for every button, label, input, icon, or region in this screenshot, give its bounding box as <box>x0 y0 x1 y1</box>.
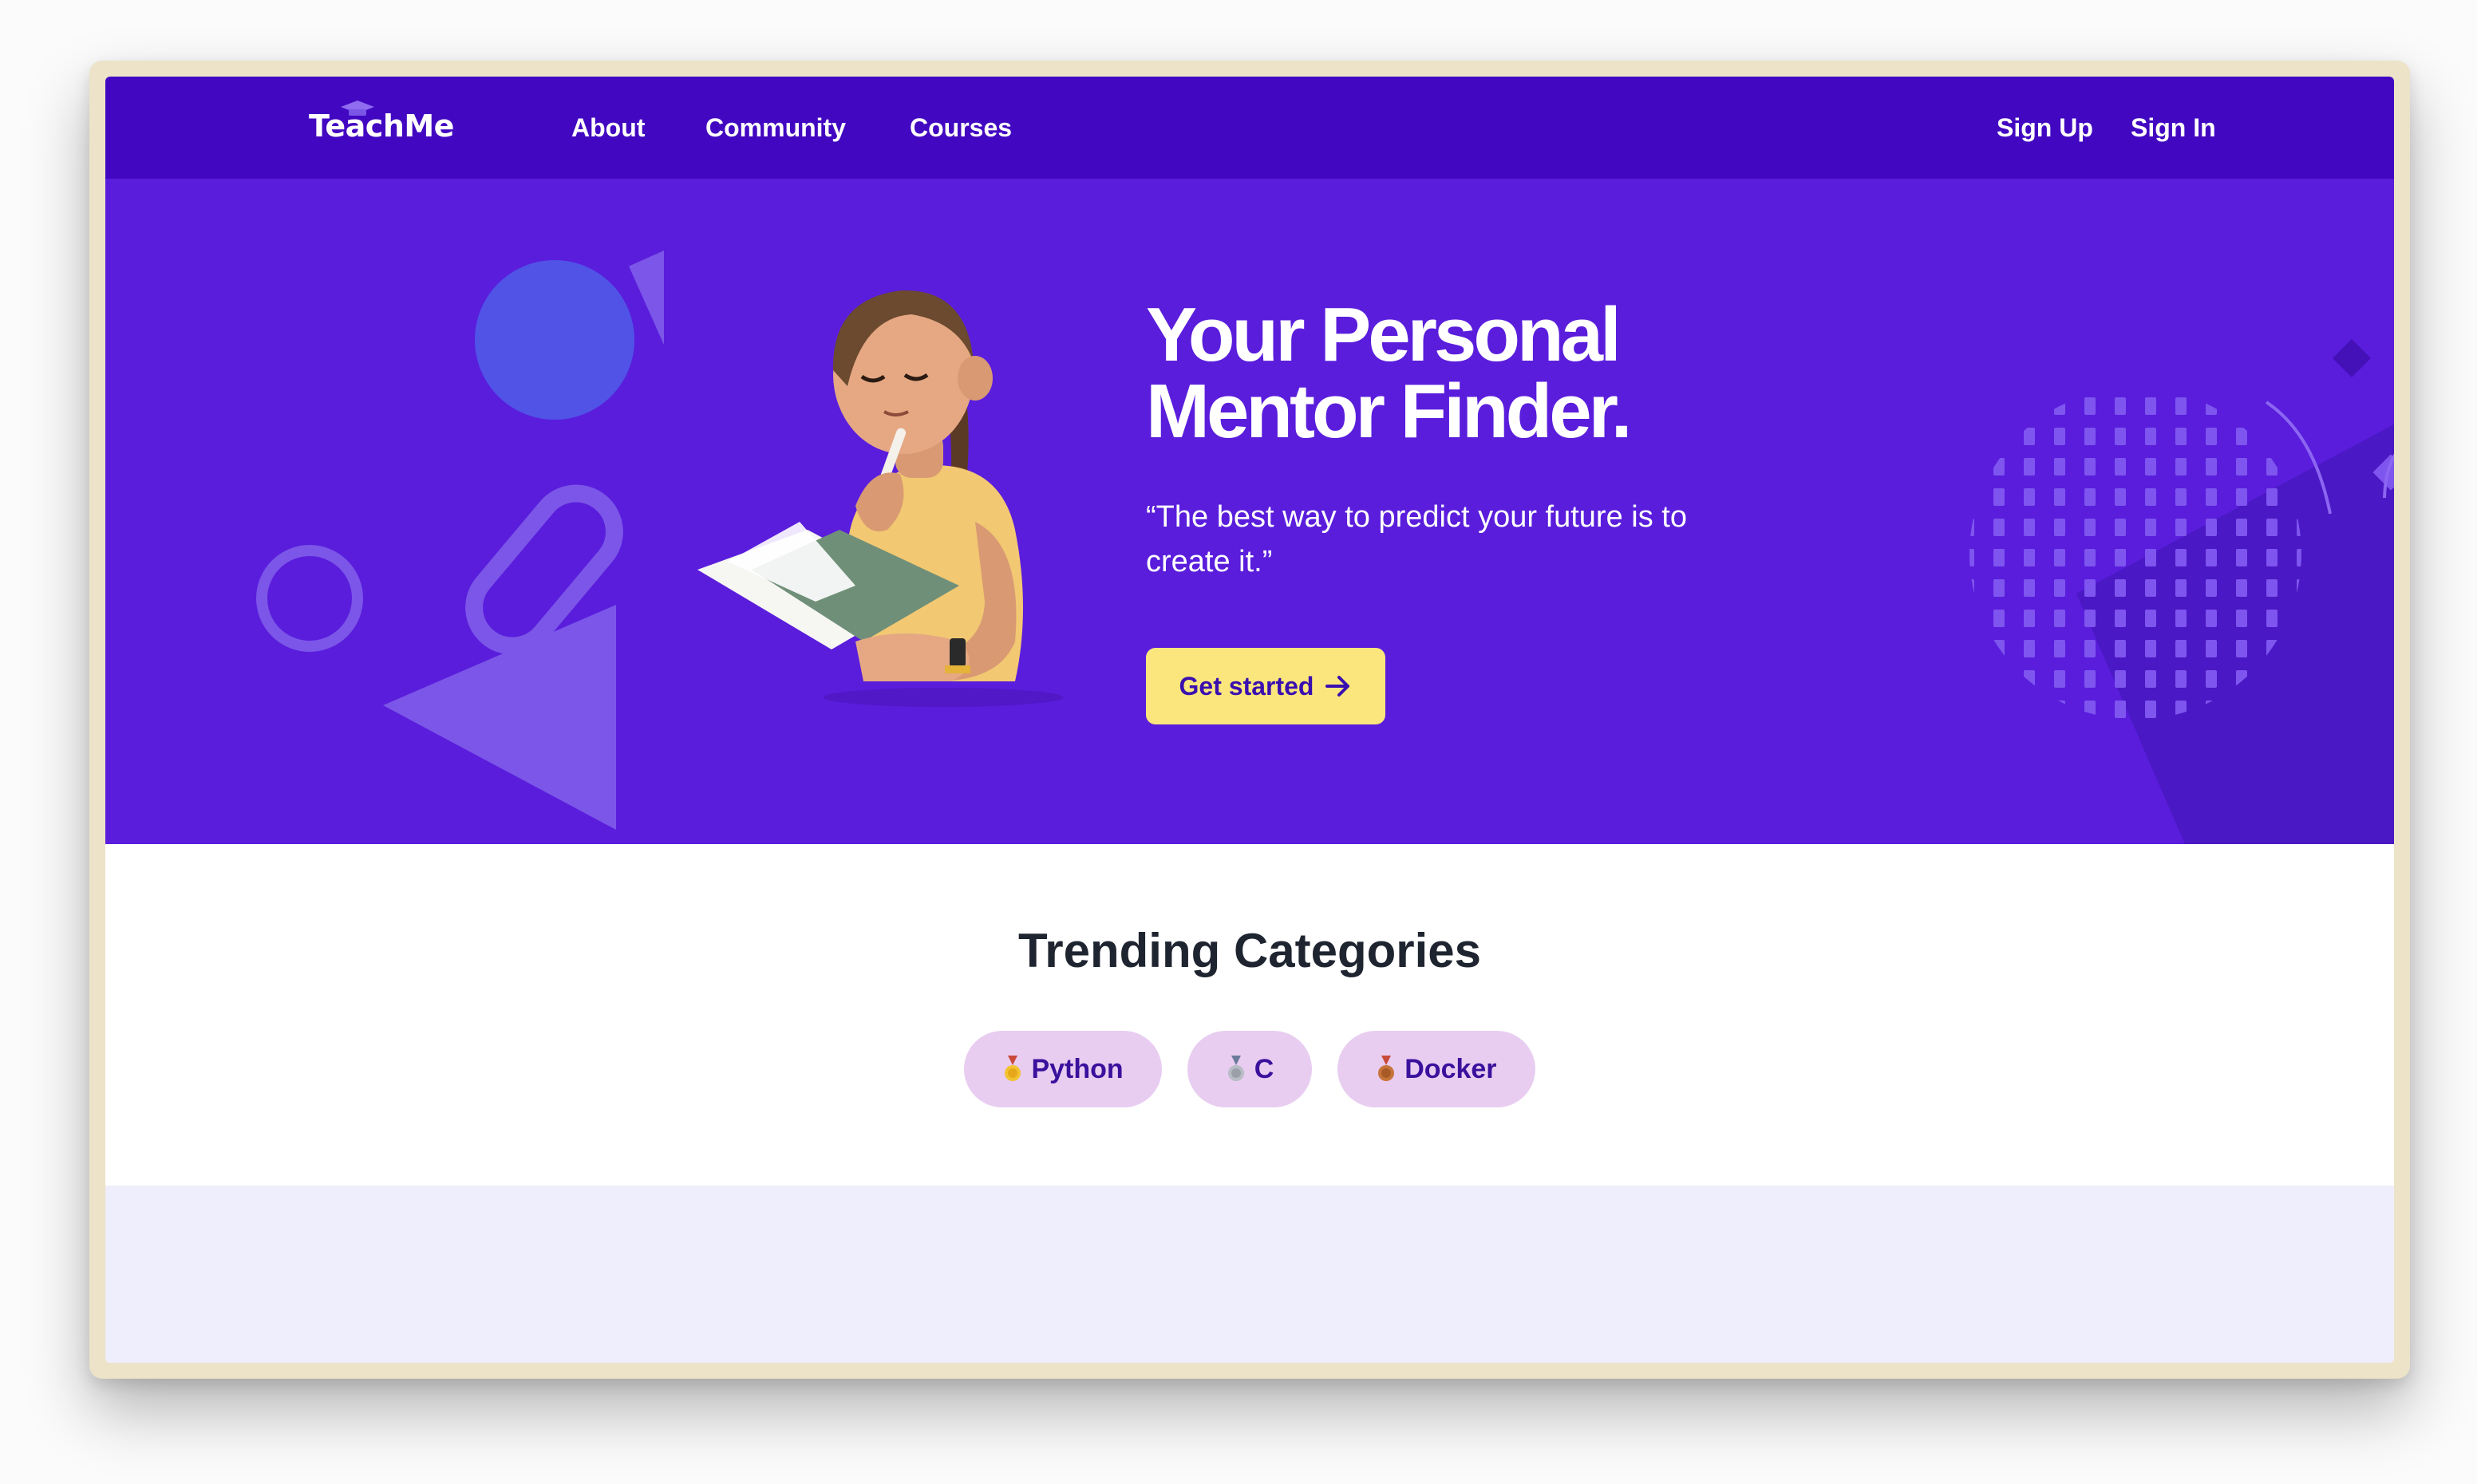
gold-medal-icon <box>1005 1056 1021 1081</box>
hero-section: Your Personal Mentor Finder. “The best w… <box>105 179 2394 844</box>
category-chip-docker[interactable]: Docker <box>1337 1031 1535 1107</box>
hero-quote: “The best way to predict your future is … <box>1146 495 1752 584</box>
arrow-right-icon <box>1325 676 1350 697</box>
trending-title: Trending Categories <box>1017 924 1482 977</box>
hero-title: Your Personal Mentor Finder. <box>1146 297 1864 450</box>
hero-decorative-shapes-left <box>256 230 664 830</box>
category-chip-label: Docker <box>1404 1053 1497 1084</box>
category-chip-label: C <box>1254 1053 1274 1084</box>
category-chip-label: Python <box>1031 1053 1124 1084</box>
category-chip-python[interactable]: Python <box>964 1031 1162 1107</box>
sign-in-link[interactable]: Sign In <box>2131 109 2216 147</box>
nav-link-community[interactable]: Community <box>705 109 846 147</box>
top-navbar: TeachMe About Community Courses Sign Up … <box>105 77 2394 179</box>
hero-title-line2: Mentor Finder. <box>1146 369 1632 454</box>
sign-up-link[interactable]: Sign Up <box>1997 109 2093 147</box>
nav-link-courses[interactable]: Courses <box>910 109 1012 147</box>
lower-section-band <box>105 1186 2394 1363</box>
category-chips: Python C Docker <box>105 1031 2394 1107</box>
student-reading-illustration <box>697 290 1063 707</box>
trending-section: Trending Categories Python C Docker <box>105 844 2394 1186</box>
nav-link-about[interactable]: About <box>571 109 645 147</box>
logo-text: TeachMe <box>309 109 454 144</box>
teachme-logo[interactable]: TeachMe <box>309 101 454 147</box>
decor-circle-filled <box>475 260 634 420</box>
get-started-button[interactable]: Get started <box>1146 648 1385 724</box>
decor-diamond-dark <box>2332 338 2372 378</box>
hero-title-line1: Your Personal <box>1146 292 1622 377</box>
browser-window: TeachMe About Community Courses Sign Up … <box>105 77 2394 1363</box>
bronze-medal-icon <box>1378 1056 1395 1081</box>
silver-medal-icon <box>1227 1056 1244 1081</box>
hero-quote-line2: create it.” <box>1146 545 1273 578</box>
get-started-label: Get started <box>1179 671 1314 701</box>
decor-ring <box>256 545 363 652</box>
decor-square <box>629 230 664 348</box>
category-chip-c[interactable]: C <box>1187 1031 1313 1107</box>
hero-quote-line1: “The best way to predict your future is … <box>1146 500 1687 534</box>
hero-decorative-shapes-right <box>1969 338 2394 844</box>
